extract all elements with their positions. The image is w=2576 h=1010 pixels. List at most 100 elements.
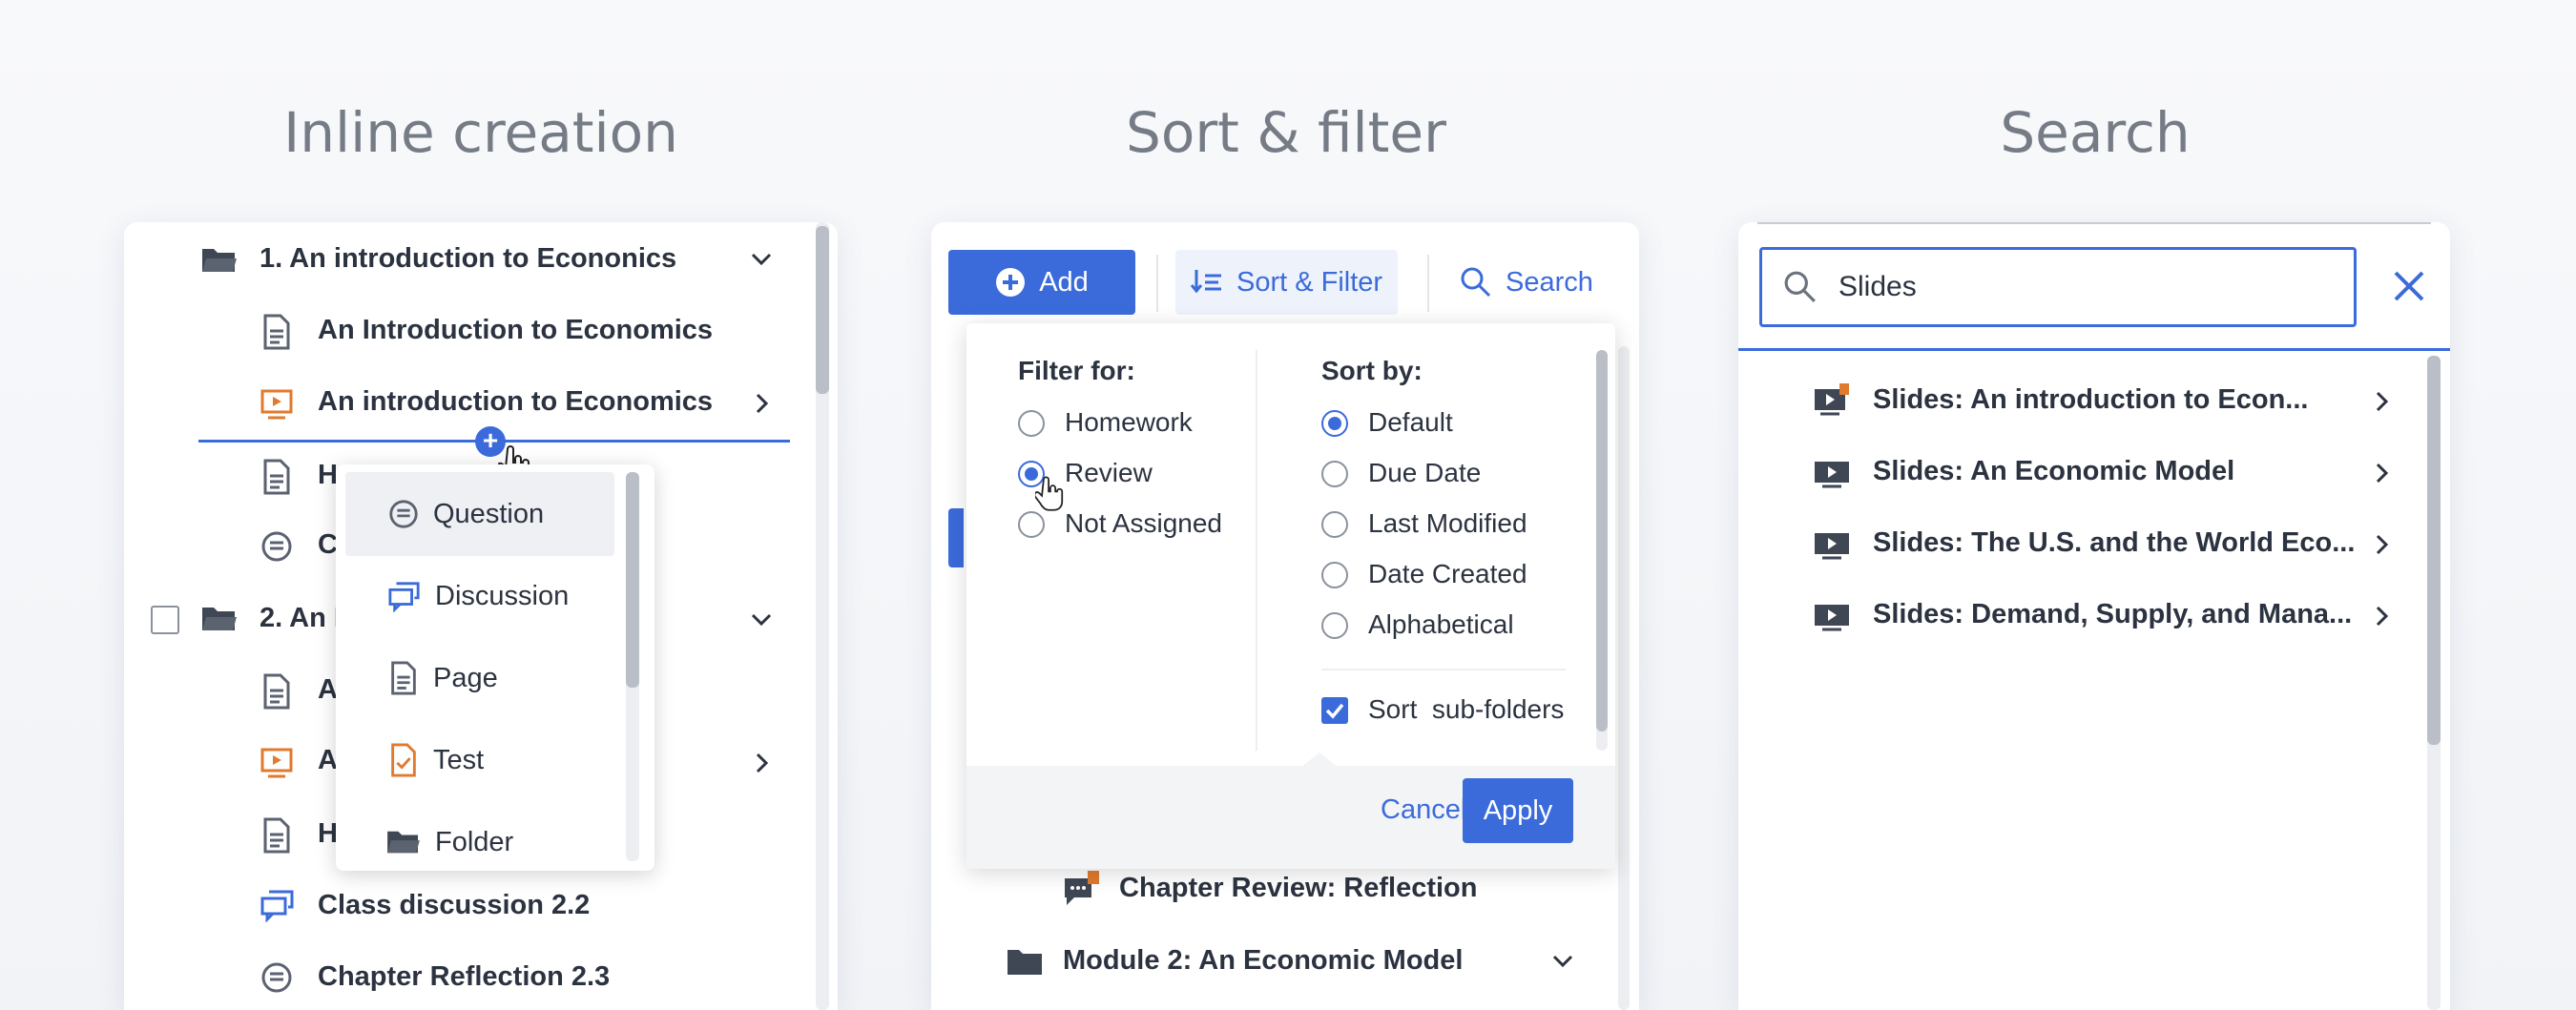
menu-item-question[interactable]: Question	[345, 472, 614, 556]
chevron-right-icon[interactable]	[2374, 462, 2391, 484]
search-icon	[1784, 271, 1816, 302]
list-item[interactable]: A	[318, 745, 338, 776]
sort-filter-label: Sort & Filter	[1236, 266, 1383, 298]
result-label: Slides: An introduction to Econ...	[1873, 384, 2309, 415]
menu-item-discussion[interactable]: Discussion	[345, 554, 614, 638]
search-result[interactable]: Slides: An introduction to Econ...	[1873, 384, 2308, 416]
add-button-label: Add	[1039, 266, 1089, 298]
list-item[interactable]: Class discussion 2.2	[318, 890, 590, 921]
sort-filter-button[interactable]: Sort & Filter	[1175, 250, 1399, 315]
sort-option-label: Due Date	[1368, 458, 1482, 487]
sort-icon	[1191, 270, 1221, 294]
plus-circle-icon	[996, 268, 1026, 297]
list-item[interactable]: C	[318, 529, 338, 561]
page-icon	[391, 661, 416, 695]
panel-scrollbar-track[interactable]	[1618, 346, 1630, 1010]
slides-icon	[1815, 383, 1849, 416]
close-icon[interactable]	[2391, 268, 2427, 304]
discussion-icon	[260, 890, 294, 922]
row-label: Chapter Review: Reflection	[1119, 873, 1478, 903]
test-icon	[391, 743, 416, 777]
sort-option-label: Default	[1368, 407, 1453, 437]
menu-item-label: Page	[433, 662, 498, 693]
row-label: Module 2: An Economic Model	[1063, 945, 1464, 976]
toolbar-divider	[1427, 255, 1429, 312]
slides-icon	[260, 748, 293, 778]
add-button[interactable]: Add	[948, 250, 1135, 315]
result-label: Slides: An Economic Model	[1873, 456, 2235, 486]
menu-item-test[interactable]: Test	[345, 718, 614, 802]
search-button[interactable]: Search	[1444, 250, 1609, 315]
chevron-right-icon[interactable]	[2374, 605, 2391, 628]
menu-item-folder[interactable]: Folder	[345, 800, 614, 871]
apply-button[interactable]: Apply	[1463, 778, 1573, 843]
chevron-down-icon[interactable]	[750, 251, 773, 268]
folder-icon	[387, 831, 420, 854]
page-icon	[263, 314, 290, 350]
folder-checkbox[interactable]	[151, 606, 179, 634]
page-icon	[263, 459, 290, 495]
search-result[interactable]: Slides: Demand, Supply, and Mana...	[1873, 599, 2352, 630]
sort-filter-popover: Filter for: Homework Review Not Assigned…	[966, 323, 1615, 869]
chevron-down-icon[interactable]	[1551, 953, 1574, 970]
panel-scrollbar-thumb[interactable]	[2427, 356, 2441, 745]
row-label: 1. An introduction to Econonics	[260, 243, 677, 274]
slides-icon	[1815, 533, 1849, 560]
chevron-right-icon[interactable]	[2374, 533, 2391, 556]
list-item[interactable]: H	[318, 818, 338, 850]
sort-radio-last-modified[interactable]	[1321, 511, 1348, 538]
chevron-right-icon[interactable]	[2374, 390, 2391, 413]
list-item[interactable]: Chapter Review: Reflection	[1119, 873, 1477, 904]
sort-heading: Sort by:	[1321, 356, 1423, 385]
search-result[interactable]: Slides: An Economic Model	[1873, 456, 2234, 487]
search-input[interactable]	[1839, 271, 2316, 303]
search-underline	[1738, 348, 2450, 351]
discussion-flag-icon	[1065, 871, 1099, 905]
question-icon	[261, 531, 292, 562]
hand-cursor-icon	[1035, 476, 1064, 511]
chevron-right-icon[interactable]	[754, 392, 771, 415]
menu-item-page[interactable]: Page	[345, 636, 614, 720]
menu-scrollbar-thumb[interactable]	[626, 472, 639, 688]
filter-heading: Filter for:	[1018, 356, 1135, 385]
search-icon	[1461, 267, 1491, 298]
chevron-right-icon[interactable]	[754, 752, 771, 774]
sort-divider	[1321, 669, 1566, 670]
inline-creation-panel: 1. An introduction to Econonics An Intro…	[124, 222, 838, 1010]
list-item[interactable]: An introduction to Economics	[318, 386, 713, 418]
slides-icon	[260, 389, 293, 420]
list-item[interactable]: Chapter Reflection 2.3	[318, 961, 610, 993]
folder-open-icon	[202, 608, 237, 630]
list-item[interactable]: H	[318, 460, 338, 491]
folder-row-1[interactable]: 1. An introduction to Econonics	[260, 243, 676, 275]
menu-item-label: Discussion	[435, 580, 570, 611]
sort-subfolders-checkbox[interactable]	[1321, 697, 1348, 724]
section-title-sort-filter: Sort & filter	[1126, 100, 1446, 165]
sort-radio-due-date[interactable]	[1321, 461, 1348, 487]
list-item[interactable]: A	[318, 674, 338, 706]
search-result[interactable]: Slides: The U.S. and the World Eco...	[1873, 527, 2355, 559]
filter-radio-homework[interactable]	[1018, 410, 1045, 437]
module-row[interactable]: Module 2: An Economic Model	[1063, 945, 1463, 977]
cancel-button[interactable]: Cancel	[1381, 794, 1466, 826]
list-item[interactable]: An Introduction to Economics	[318, 315, 713, 346]
panel-scrollbar-thumb[interactable]	[816, 226, 829, 394]
search-field[interactable]	[1759, 247, 2357, 327]
sort-radio-date-created[interactable]	[1321, 562, 1348, 588]
page-icon	[263, 673, 290, 710]
menu-item-label: Folder	[435, 826, 514, 857]
slides-icon	[1815, 462, 1849, 488]
sort-subfolders-label: Sort sub-folders	[1368, 694, 1565, 724]
sort-radio-default[interactable]	[1321, 410, 1348, 437]
create-item-menu: Question Discussion Page Test Folder	[336, 464, 654, 871]
question-icon	[389, 500, 418, 528]
popover-scrollbar-thumb[interactable]	[1596, 350, 1608, 732]
filter-radio-not-assigned[interactable]	[1018, 511, 1045, 538]
sort-radio-alphabetical[interactable]	[1321, 612, 1348, 639]
filter-option-label: Review	[1065, 458, 1153, 487]
search-panel: Slides: An introduction to Econ... Slide…	[1738, 222, 2450, 1010]
row-label: H	[318, 460, 338, 490]
slides-icon	[1815, 605, 1849, 631]
sort-filter-panel: Add Sort & Filter Search Chapter Review:…	[931, 222, 1639, 1010]
chevron-down-icon[interactable]	[750, 611, 773, 629]
